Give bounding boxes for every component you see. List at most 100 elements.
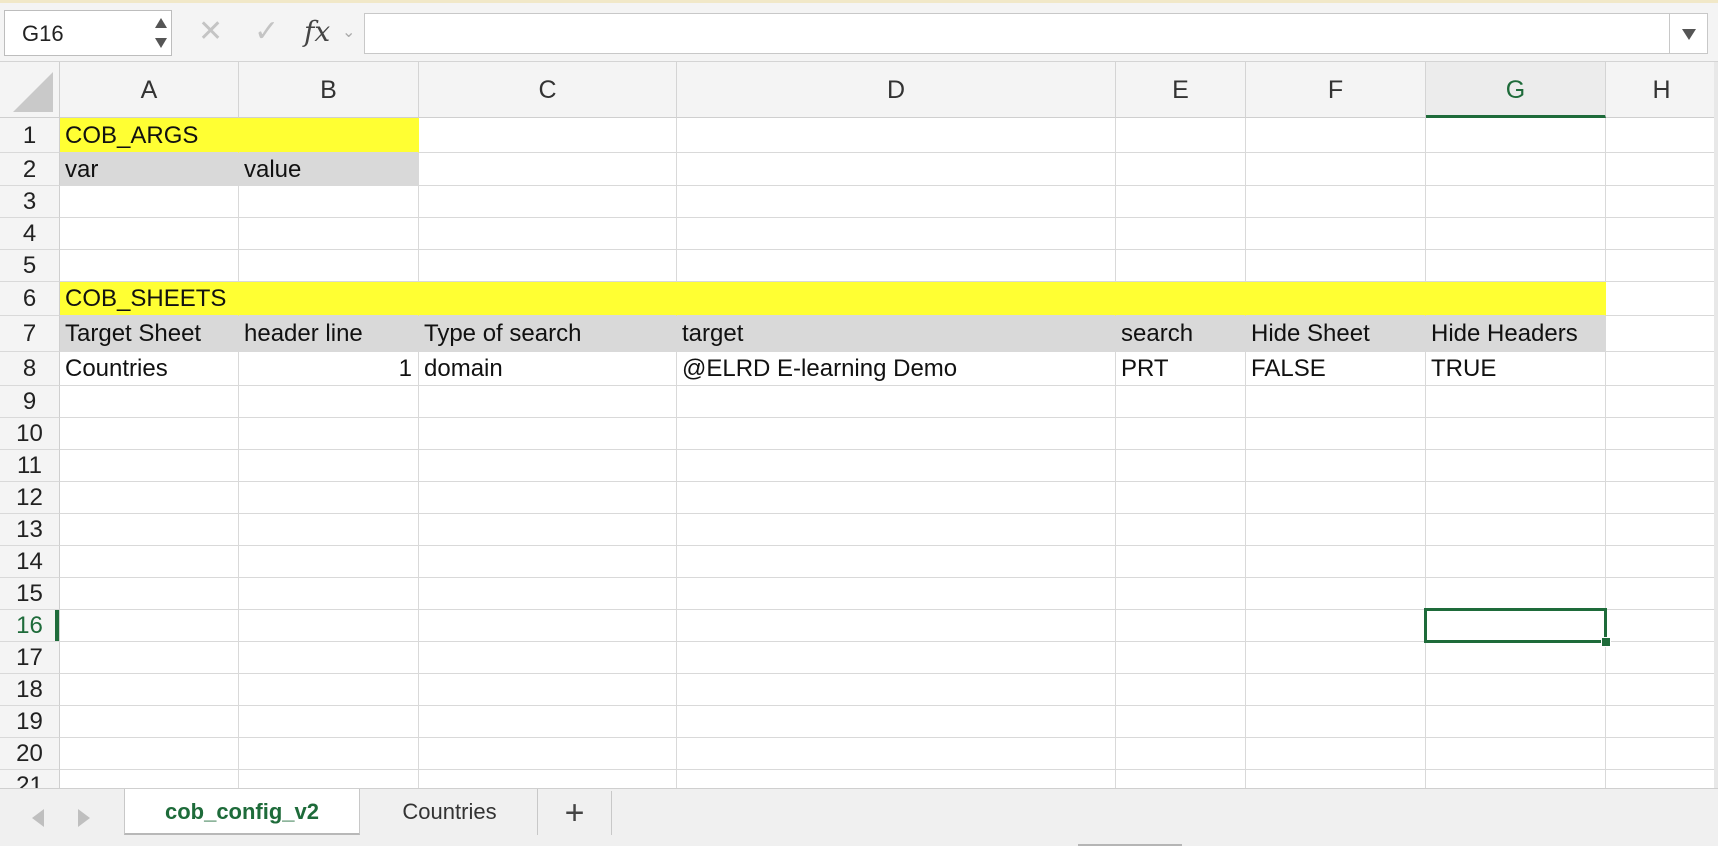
column-header-b[interactable]: B: [239, 62, 419, 118]
cell-a4[interactable]: [60, 218, 239, 250]
cell-f7[interactable]: Hide Sheet: [1246, 316, 1426, 352]
cell-c13[interactable]: [419, 514, 677, 546]
cell-g7[interactable]: Hide Headers: [1426, 316, 1606, 352]
cell-f6[interactable]: [1246, 282, 1426, 316]
cell-b19[interactable]: [239, 706, 419, 738]
row-header-7[interactable]: 7: [0, 316, 60, 352]
cell-b1[interactable]: [239, 118, 419, 153]
cell-h14[interactable]: [1606, 546, 1718, 578]
cell-f20[interactable]: [1246, 738, 1426, 770]
name-box-stepper[interactable]: [153, 14, 169, 54]
prev-sheet-icon[interactable]: [32, 809, 44, 827]
cell-c21[interactable]: [419, 770, 677, 788]
cell-c1[interactable]: [419, 118, 677, 153]
cell-e9[interactable]: [1116, 386, 1246, 418]
formula-expand-button[interactable]: [1670, 13, 1708, 54]
cell-c14[interactable]: [419, 546, 677, 578]
cell-d6[interactable]: [677, 282, 1116, 316]
cell-c5[interactable]: [419, 250, 677, 282]
cell-b2[interactable]: value: [239, 153, 419, 186]
cell-e16[interactable]: [1116, 610, 1246, 642]
cell-e20[interactable]: [1116, 738, 1246, 770]
cell-b18[interactable]: [239, 674, 419, 706]
cell-a6[interactable]: COB_SHEETS: [60, 282, 239, 316]
cell-f18[interactable]: [1246, 674, 1426, 706]
cell-e14[interactable]: [1116, 546, 1246, 578]
sheet-tab-countries[interactable]: Countries: [362, 789, 538, 835]
cell-b9[interactable]: [239, 386, 419, 418]
cell-g11[interactable]: [1426, 450, 1606, 482]
cell-d18[interactable]: [677, 674, 1116, 706]
name-box[interactable]: G16: [4, 10, 172, 56]
spreadsheet-grid[interactable]: A B C D E F G H 1 COB_ARGS 2 var value 3 4 5 6 COB_SHEETS…: [0, 62, 1718, 788]
row-header-1[interactable]: 1: [0, 118, 60, 153]
cell-g16[interactable]: [1426, 610, 1606, 642]
row-header-17[interactable]: 17: [0, 642, 60, 674]
cell-d2[interactable]: [677, 153, 1116, 186]
cell-c6[interactable]: [419, 282, 677, 316]
cell-e4[interactable]: [1116, 218, 1246, 250]
cell-g14[interactable]: [1426, 546, 1606, 578]
chevron-down-icon[interactable]: ⌄: [342, 17, 355, 49]
cell-c10[interactable]: [419, 418, 677, 450]
column-header-c[interactable]: C: [419, 62, 677, 118]
cell-g4[interactable]: [1426, 218, 1606, 250]
cell-d19[interactable]: [677, 706, 1116, 738]
cell-h3[interactable]: [1606, 186, 1718, 218]
cell-b14[interactable]: [239, 546, 419, 578]
cell-h7[interactable]: [1606, 316, 1718, 352]
row-header-3[interactable]: 3: [0, 186, 60, 218]
cell-e7[interactable]: search: [1116, 316, 1246, 352]
cell-f14[interactable]: [1246, 546, 1426, 578]
cell-h4[interactable]: [1606, 218, 1718, 250]
cell-e15[interactable]: [1116, 578, 1246, 610]
cell-d5[interactable]: [677, 250, 1116, 282]
cell-d11[interactable]: [677, 450, 1116, 482]
cell-b16[interactable]: [239, 610, 419, 642]
cell-d8[interactable]: @ELRD E-learning Demo: [677, 352, 1116, 386]
row-header-21[interactable]: 21: [0, 770, 60, 788]
cell-a9[interactable]: [60, 386, 239, 418]
cell-a19[interactable]: [60, 706, 239, 738]
row-header-2[interactable]: 2: [0, 153, 60, 186]
cell-e1[interactable]: [1116, 118, 1246, 153]
cell-c17[interactable]: [419, 642, 677, 674]
cell-d12[interactable]: [677, 482, 1116, 514]
cell-e8[interactable]: PRT: [1116, 352, 1246, 386]
cell-h8[interactable]: [1606, 352, 1718, 386]
cell-e11[interactable]: [1116, 450, 1246, 482]
cell-g18[interactable]: [1426, 674, 1606, 706]
cell-g5[interactable]: [1426, 250, 1606, 282]
cell-g1[interactable]: [1426, 118, 1606, 153]
cell-a10[interactable]: [60, 418, 239, 450]
fill-handle[interactable]: [1601, 637, 1611, 647]
column-header-e[interactable]: E: [1116, 62, 1246, 118]
cell-e19[interactable]: [1116, 706, 1246, 738]
cell-a1[interactable]: COB_ARGS: [60, 118, 239, 153]
cell-f3[interactable]: [1246, 186, 1426, 218]
cell-b10[interactable]: [239, 418, 419, 450]
cell-h16[interactable]: [1606, 610, 1718, 642]
next-sheet-icon[interactable]: [78, 809, 90, 827]
cell-a17[interactable]: [60, 642, 239, 674]
cell-f12[interactable]: [1246, 482, 1426, 514]
cell-g21[interactable]: [1426, 770, 1606, 788]
cell-g9[interactable]: [1426, 386, 1606, 418]
cell-h6[interactable]: [1606, 282, 1718, 316]
cell-h21[interactable]: [1606, 770, 1718, 788]
cell-a20[interactable]: [60, 738, 239, 770]
cell-d9[interactable]: [677, 386, 1116, 418]
cell-g10[interactable]: [1426, 418, 1606, 450]
add-sheet-button[interactable]: +: [538, 791, 612, 835]
cell-a14[interactable]: [60, 546, 239, 578]
cell-g19[interactable]: [1426, 706, 1606, 738]
cell-a11[interactable]: [60, 450, 239, 482]
cell-b13[interactable]: [239, 514, 419, 546]
cell-g20[interactable]: [1426, 738, 1606, 770]
cell-f9[interactable]: [1246, 386, 1426, 418]
cell-d17[interactable]: [677, 642, 1116, 674]
cell-b15[interactable]: [239, 578, 419, 610]
cell-c15[interactable]: [419, 578, 677, 610]
cell-e3[interactable]: [1116, 186, 1246, 218]
cell-a8[interactable]: Countries: [60, 352, 239, 386]
